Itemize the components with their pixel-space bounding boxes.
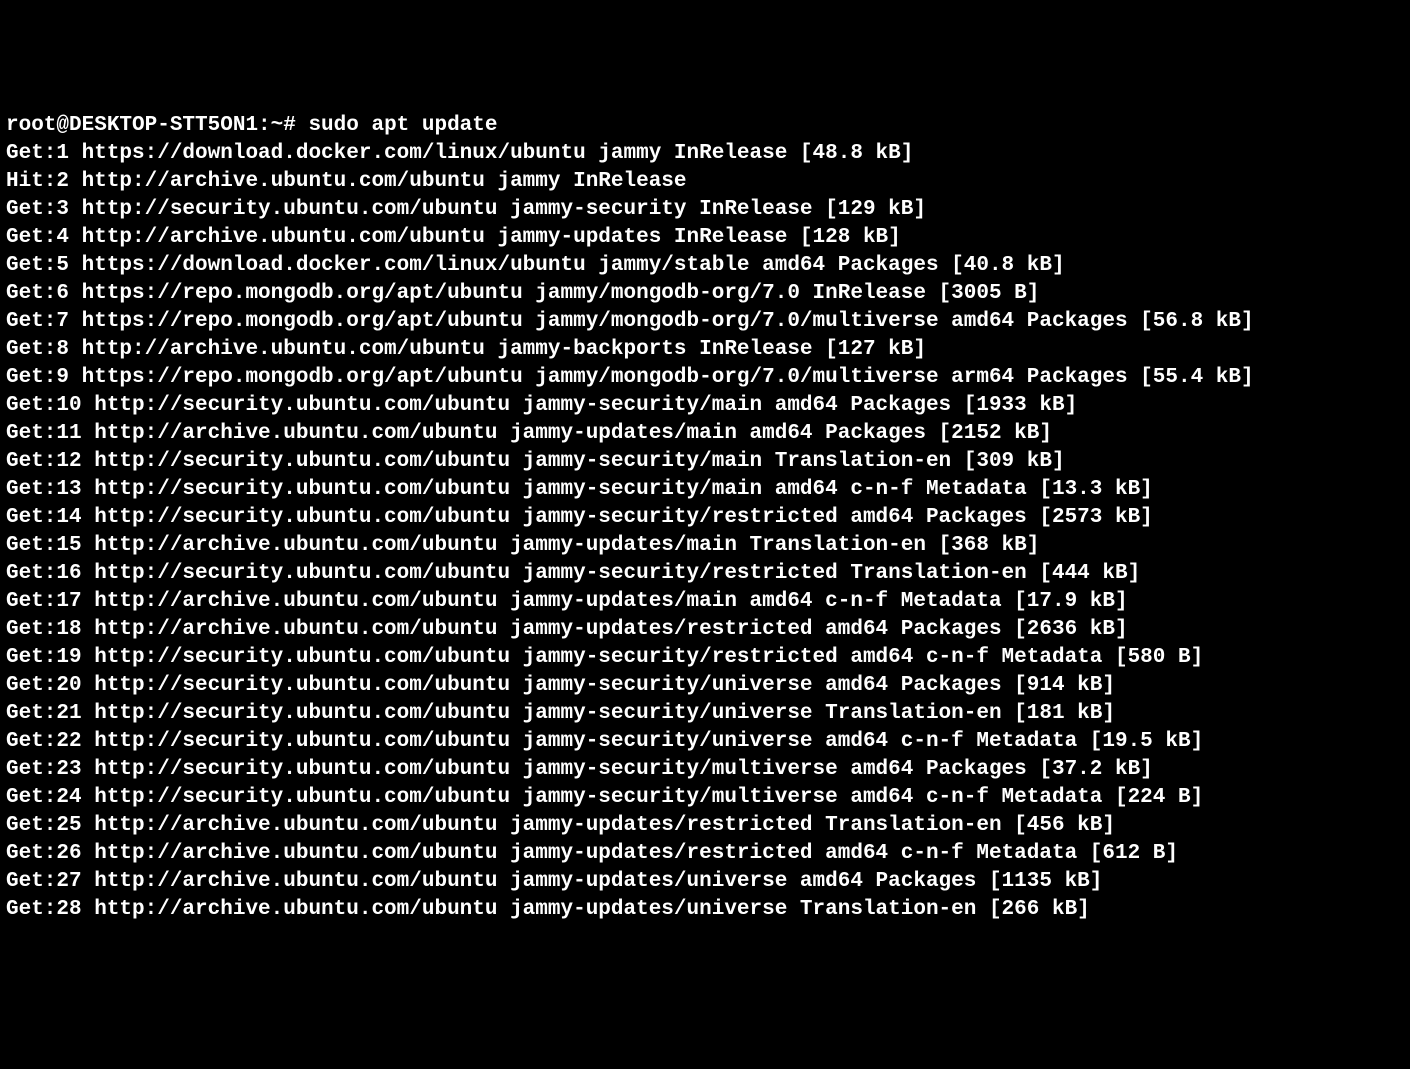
output-line: Get:19 http://security.ubuntu.com/ubuntu… [6, 644, 1404, 672]
output-line: Get:21 http://security.ubuntu.com/ubuntu… [6, 700, 1404, 728]
output-line: Get:3 http://security.ubuntu.com/ubuntu … [6, 196, 1404, 224]
terminal-window[interactable]: root@DESKTOP-STT5ON1:~# sudo apt updateG… [6, 112, 1404, 929]
shell-command: sudo apt update [308, 114, 497, 137]
output-line: Get:26 http://archive.ubuntu.com/ubuntu … [6, 840, 1404, 868]
output-line: Get:5 https://download.docker.com/linux/… [6, 252, 1404, 280]
output-line: Get:1 https://download.docker.com/linux/… [6, 140, 1404, 168]
output-line: Hit:2 http://archive.ubuntu.com/ubuntu j… [6, 168, 1404, 196]
output-line: Get:11 http://archive.ubuntu.com/ubuntu … [6, 420, 1404, 448]
output-line: Get:20 http://security.ubuntu.com/ubuntu… [6, 672, 1404, 700]
shell-prompt: root@DESKTOP-STT5ON1:~# [6, 114, 308, 137]
output-line: Get:4 http://archive.ubuntu.com/ubuntu j… [6, 224, 1404, 252]
output-line: Get:16 http://security.ubuntu.com/ubuntu… [6, 560, 1404, 588]
output-line: Get:14 http://security.ubuntu.com/ubuntu… [6, 504, 1404, 532]
output-line: Get:22 http://security.ubuntu.com/ubuntu… [6, 728, 1404, 756]
output-line: Get:9 https://repo.mongodb.org/apt/ubunt… [6, 364, 1404, 392]
output-line: Get:18 http://archive.ubuntu.com/ubuntu … [6, 616, 1404, 644]
output-line: Get:27 http://archive.ubuntu.com/ubuntu … [6, 868, 1404, 896]
output-line: Get:6 https://repo.mongodb.org/apt/ubunt… [6, 280, 1404, 308]
output-line: Get:28 http://archive.ubuntu.com/ubuntu … [6, 896, 1404, 924]
output-line: Get:23 http://security.ubuntu.com/ubuntu… [6, 756, 1404, 784]
output-line: Get:7 https://repo.mongodb.org/apt/ubunt… [6, 308, 1404, 336]
output-line: Get:8 http://archive.ubuntu.com/ubuntu j… [6, 336, 1404, 364]
output-line: Get:10 http://security.ubuntu.com/ubuntu… [6, 392, 1404, 420]
output-line: Get:17 http://archive.ubuntu.com/ubuntu … [6, 588, 1404, 616]
output-line: Get:13 http://security.ubuntu.com/ubuntu… [6, 476, 1404, 504]
output-line: Get:25 http://archive.ubuntu.com/ubuntu … [6, 812, 1404, 840]
command-line: root@DESKTOP-STT5ON1:~# sudo apt update [6, 112, 1404, 140]
output-line: Get:12 http://security.ubuntu.com/ubuntu… [6, 448, 1404, 476]
terminal-output: Get:1 https://download.docker.com/linux/… [6, 140, 1404, 924]
output-line: Get:24 http://security.ubuntu.com/ubuntu… [6, 784, 1404, 812]
output-line: Get:15 http://archive.ubuntu.com/ubuntu … [6, 532, 1404, 560]
